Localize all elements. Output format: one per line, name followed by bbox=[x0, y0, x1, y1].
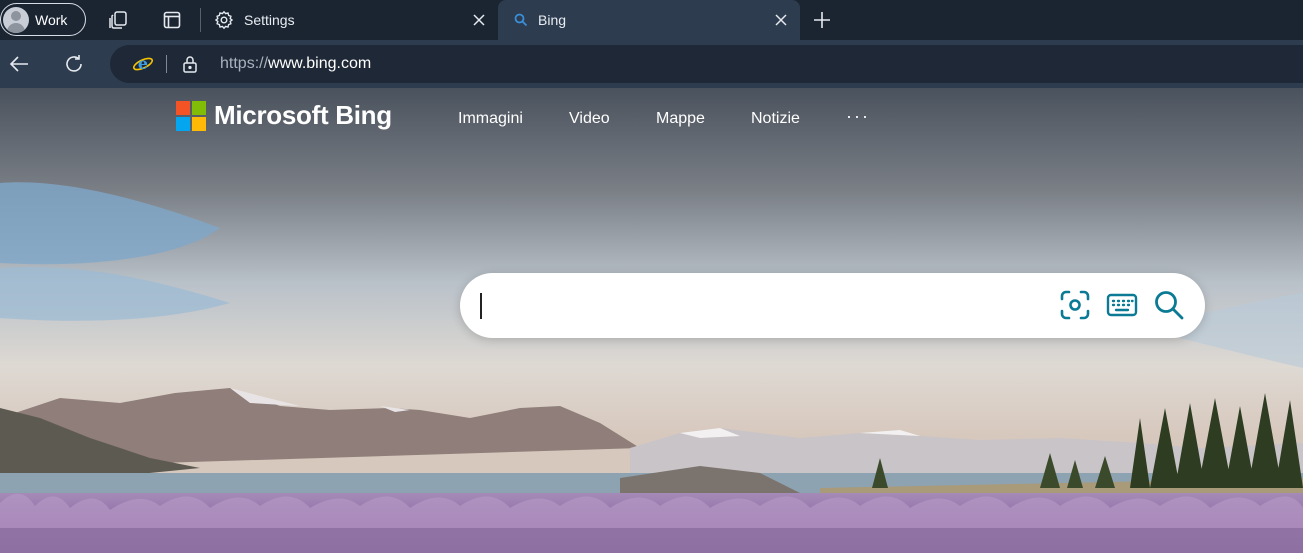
search-button[interactable] bbox=[1152, 288, 1186, 322]
tab-label: Settings bbox=[244, 12, 295, 28]
tab-actions-icon bbox=[163, 11, 181, 29]
gear-icon bbox=[214, 10, 234, 30]
close-tab-button[interactable] bbox=[772, 11, 790, 29]
svg-text:e: e bbox=[138, 54, 148, 73]
lock-icon bbox=[183, 56, 197, 73]
keyboard-button[interactable] bbox=[1105, 288, 1139, 322]
address-toolbar: e https://www.bing.com bbox=[0, 40, 1303, 88]
address-separator bbox=[166, 55, 167, 73]
ie-mode-icon: e bbox=[132, 54, 154, 73]
text-cursor bbox=[480, 293, 482, 319]
close-icon bbox=[473, 14, 485, 26]
visual-search-button[interactable] bbox=[1058, 288, 1092, 322]
search-box bbox=[460, 273, 1205, 338]
profile-button[interactable]: Work bbox=[0, 3, 86, 36]
tab-settings[interactable]: Settings bbox=[206, 0, 498, 40]
workspaces-icon bbox=[109, 11, 127, 29]
refresh-icon bbox=[66, 55, 82, 72]
ie-mode-button[interactable]: e bbox=[132, 53, 154, 75]
close-icon bbox=[775, 14, 787, 26]
url-host: www.bing.com bbox=[268, 55, 372, 72]
tab-bing[interactable]: Bing bbox=[498, 0, 800, 40]
bing-top-nav: Immagini Video Mappe Notizie bbox=[0, 110, 1303, 130]
plus-icon bbox=[814, 12, 830, 28]
close-tab-button[interactable] bbox=[470, 11, 488, 29]
url-text[interactable]: https://www.bing.com bbox=[220, 55, 371, 73]
nav-link-maps[interactable]: Mappe bbox=[656, 110, 705, 128]
new-tab-button[interactable] bbox=[808, 6, 836, 34]
nav-link-video[interactable]: Video bbox=[569, 110, 610, 128]
visual-search-icon bbox=[1060, 290, 1090, 320]
refresh-button[interactable] bbox=[60, 50, 88, 78]
back-button[interactable] bbox=[5, 50, 33, 78]
workspaces-button[interactable] bbox=[105, 6, 133, 34]
address-bar[interactable]: e https://www.bing.com bbox=[110, 45, 1303, 83]
avatar bbox=[3, 6, 29, 33]
bing-search-icon bbox=[514, 13, 528, 27]
tab-strip: Work Settings Bing bbox=[0, 0, 1303, 40]
keyboard-icon bbox=[1106, 293, 1138, 317]
bing-homepage: Microsoft Bing Immagini Video Mappe Noti… bbox=[0, 88, 1303, 553]
tab-actions-button[interactable] bbox=[158, 6, 186, 34]
profile-label: Work bbox=[35, 11, 68, 28]
more-menu-button[interactable]: ··· bbox=[846, 106, 870, 127]
site-info-button[interactable] bbox=[180, 54, 200, 74]
tab-label: Bing bbox=[538, 12, 567, 28]
url-protocol: https:// bbox=[220, 55, 269, 72]
search-icon bbox=[1155, 291, 1184, 320]
nav-link-news[interactable]: Notizie bbox=[751, 110, 800, 128]
search-input[interactable] bbox=[478, 287, 1038, 323]
nav-link-images[interactable]: Immagini bbox=[458, 110, 523, 128]
tab-strip-separator bbox=[200, 8, 201, 32]
back-arrow-icon bbox=[9, 56, 28, 72]
